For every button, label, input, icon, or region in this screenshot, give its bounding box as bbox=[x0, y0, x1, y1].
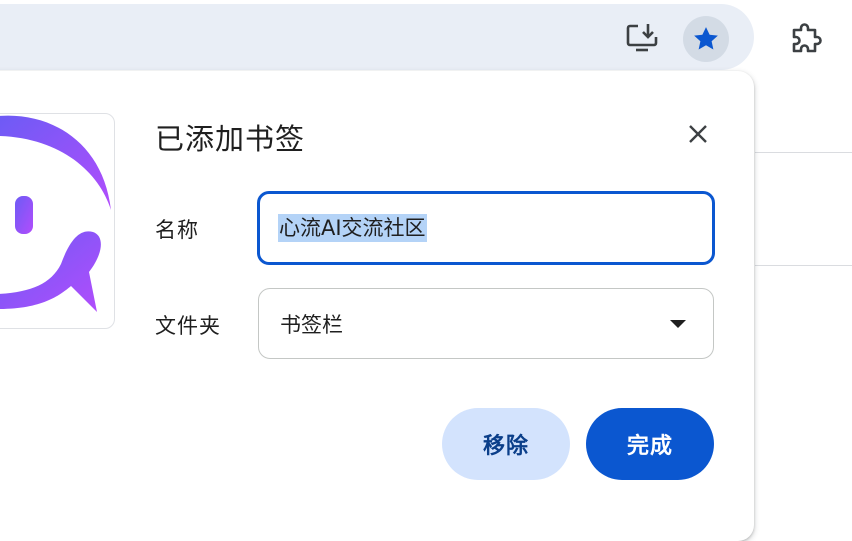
bookmark-name-value[interactable]: 心流AI交流社区 bbox=[278, 214, 427, 242]
page-divider bbox=[755, 152, 852, 153]
close-icon bbox=[689, 125, 707, 143]
star-filled-icon bbox=[694, 27, 718, 50]
site-logo bbox=[0, 113, 115, 329]
remove-button[interactable]: 移除 bbox=[442, 408, 570, 480]
name-label: 名称 bbox=[155, 218, 199, 242]
folder-label: 文件夹 bbox=[155, 314, 221, 338]
page-divider bbox=[755, 265, 852, 266]
bookmark-star-button[interactable] bbox=[683, 16, 729, 62]
dropdown-caret-icon bbox=[670, 320, 686, 328]
done-button[interactable]: 完成 bbox=[586, 408, 714, 480]
close-button[interactable] bbox=[679, 115, 717, 153]
puzzle-piece-icon bbox=[792, 23, 822, 53]
dialog-title: 已添加书签 bbox=[155, 122, 306, 156]
folder-select[interactable]: 书签栏 bbox=[258, 288, 714, 359]
extensions-button[interactable] bbox=[782, 14, 830, 62]
bookmark-name-input[interactable]: 心流AI交流社区 bbox=[257, 191, 715, 265]
install-app-icon[interactable] bbox=[620, 16, 664, 60]
folder-selected-value: 书签栏 bbox=[280, 312, 343, 337]
